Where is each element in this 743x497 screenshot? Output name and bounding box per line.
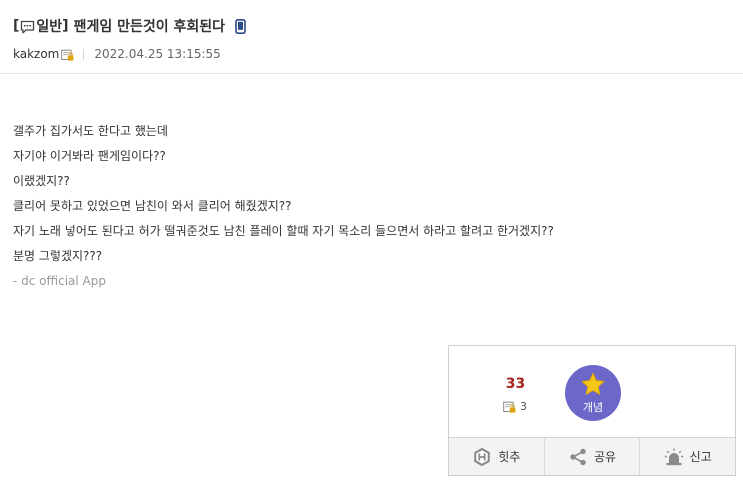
up-count: 33 xyxy=(505,376,526,392)
writer-nickname[interactable]: kakzom xyxy=(13,47,59,61)
fixed-up-count: 3 xyxy=(503,400,527,413)
post-title: [ 일반 ] 팬게임 만든것이 후회된다 xyxy=(13,16,733,36)
title-category: [ 일반 ] xyxy=(13,16,69,36)
meta-divider xyxy=(83,48,85,60)
content-line: 자기 노래 넣어도 된다고 허가 떨궈준것도 남친 플레이 할때 자기 목소리 … xyxy=(13,224,554,238)
report-button[interactable]: 신고 xyxy=(640,438,735,475)
content-line: 클리어 못하고 있었으면 남친이 와서 클리어 해줬겠지?? xyxy=(13,199,292,213)
hit-label: 힛추 xyxy=(498,450,521,464)
post-content: 갤주가 집가서도 한다고 했는데 자기야 이거봐라 팬게임이다?? 이랬겠지??… xyxy=(13,119,738,294)
post-header: [ 일반 ] 팬게임 만든것이 후회된다 kakzom 2022.04.25 1… xyxy=(13,16,733,62)
post-date: 2022.04.25 13:15:55 xyxy=(94,47,221,61)
speech-bubble-icon xyxy=(21,20,35,34)
title-bracket-open: [ xyxy=(13,18,20,34)
upvote-label: 개념 xyxy=(582,401,604,414)
report-label: 신고 xyxy=(689,450,712,464)
upvote-button[interactable]: 개념 xyxy=(565,365,621,421)
hit-badge-icon xyxy=(474,447,491,466)
app-signature: - dc official App xyxy=(13,274,106,288)
fixed-nick-icon xyxy=(503,401,516,413)
share-label: 공유 xyxy=(593,450,617,464)
category-label: 일반 xyxy=(36,19,63,35)
hit-button[interactable]: 힛추 xyxy=(449,438,545,475)
title-text: 팬게임 만든것이 후회된다 xyxy=(73,19,226,35)
recommend-top: 33 3 개념 xyxy=(449,346,735,437)
post-meta: kakzom 2022.04.25 13:15:55 xyxy=(13,46,733,62)
header-divider xyxy=(0,73,743,74)
fixed-nick-icon xyxy=(61,49,74,61)
siren-icon xyxy=(664,448,683,465)
content-line: 갤주가 집가서도 한다고 했는데 xyxy=(13,124,168,138)
share-button[interactable]: 공유 xyxy=(545,438,641,475)
mobile-phone-icon xyxy=(235,18,246,34)
content-line: 분명 그렇겠지??? xyxy=(13,249,103,263)
content-line: 자기야 이거봐라 팬게임이다?? xyxy=(13,149,166,163)
content-line: 이랬겠지?? xyxy=(13,174,70,188)
star-icon xyxy=(581,373,605,395)
recommend-box: 33 3 개념 힛추 공유 신고 xyxy=(448,345,736,476)
recommend-actions: 힛추 공유 신고 xyxy=(449,437,735,475)
title-bracket-close: ] xyxy=(62,18,69,34)
fixed-up-count-value: 3 xyxy=(520,400,527,413)
share-icon xyxy=(570,448,586,465)
